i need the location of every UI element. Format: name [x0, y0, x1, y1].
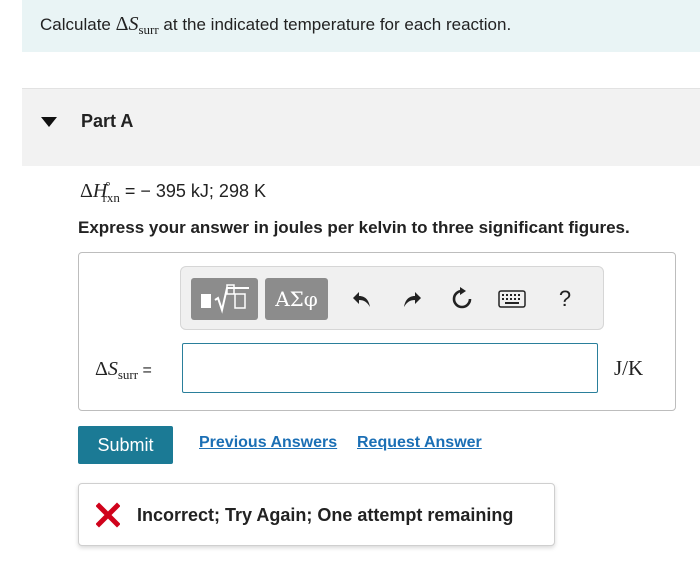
answer-delta: Δ: [95, 358, 108, 380]
intro-s: S: [128, 13, 139, 35]
intro-prefix: Calculate: [40, 15, 116, 34]
previous-answers-link[interactable]: Previous Answers: [199, 434, 337, 452]
feedback-message: Incorrect; Try Again; One attempt remain…: [137, 505, 514, 525]
given-sub: rxn: [102, 190, 120, 205]
redo-icon: [404, 292, 421, 307]
submit-button[interactable]: Submit: [78, 426, 173, 464]
math-toolbar: ΑΣφ ?: [180, 266, 604, 330]
answer-input[interactable]: [182, 343, 598, 393]
request-answer-link[interactable]: Request Answer: [357, 434, 482, 452]
given-delta: Δ: [80, 180, 93, 202]
template-button[interactable]: [191, 278, 258, 320]
part-a-header[interactable]: Part A: [22, 88, 700, 166]
given-equation: ΔH°rxn = − 395 kJ; 298 K: [80, 178, 266, 206]
greek-button[interactable]: ΑΣφ: [265, 278, 328, 320]
answer-box: ΑΣφ ? ΔSsurr = J/K: [78, 252, 676, 411]
unit-label: J/K: [614, 356, 644, 380]
keyboard-icon: [498, 290, 526, 308]
instruction-text: Express your answer in joules per kelvin…: [78, 218, 630, 237]
redo-button[interactable]: [396, 281, 428, 317]
answer-equals: =: [138, 362, 152, 379]
greek-label: ΑΣφ: [275, 287, 318, 311]
part-title[interactable]: Part A: [81, 111, 133, 132]
reset-button[interactable]: [446, 281, 478, 317]
intro-delta: Δ: [115, 13, 129, 35]
reset-icon: [452, 287, 472, 309]
intro-banner: Calculate ΔSsurr at the indicated temper…: [22, 0, 700, 52]
answer-s: S: [107, 358, 118, 380]
given-value: = − 395 kJ; 298 K: [119, 181, 266, 201]
template-icon: [200, 284, 249, 314]
intro-sub: surr: [138, 22, 159, 37]
help-icon: ?: [558, 286, 572, 311]
intro-text: Calculate ΔSsurr at the indicated temper…: [40, 13, 511, 38]
x-icon: [96, 502, 120, 528]
undo-icon: [353, 292, 370, 307]
feedback-box: Incorrect; Try Again; One attempt remain…: [78, 483, 555, 546]
answer-label: ΔSsurr =: [95, 358, 152, 383]
answer-sub: surr: [117, 367, 139, 382]
caret-down-icon[interactable]: [41, 117, 57, 127]
help-button[interactable]: ?: [549, 281, 581, 317]
intro-suffix: at the indicated temperature for each re…: [158, 15, 512, 34]
undo-button[interactable]: [346, 281, 378, 317]
keyboard-button[interactable]: [496, 281, 528, 317]
